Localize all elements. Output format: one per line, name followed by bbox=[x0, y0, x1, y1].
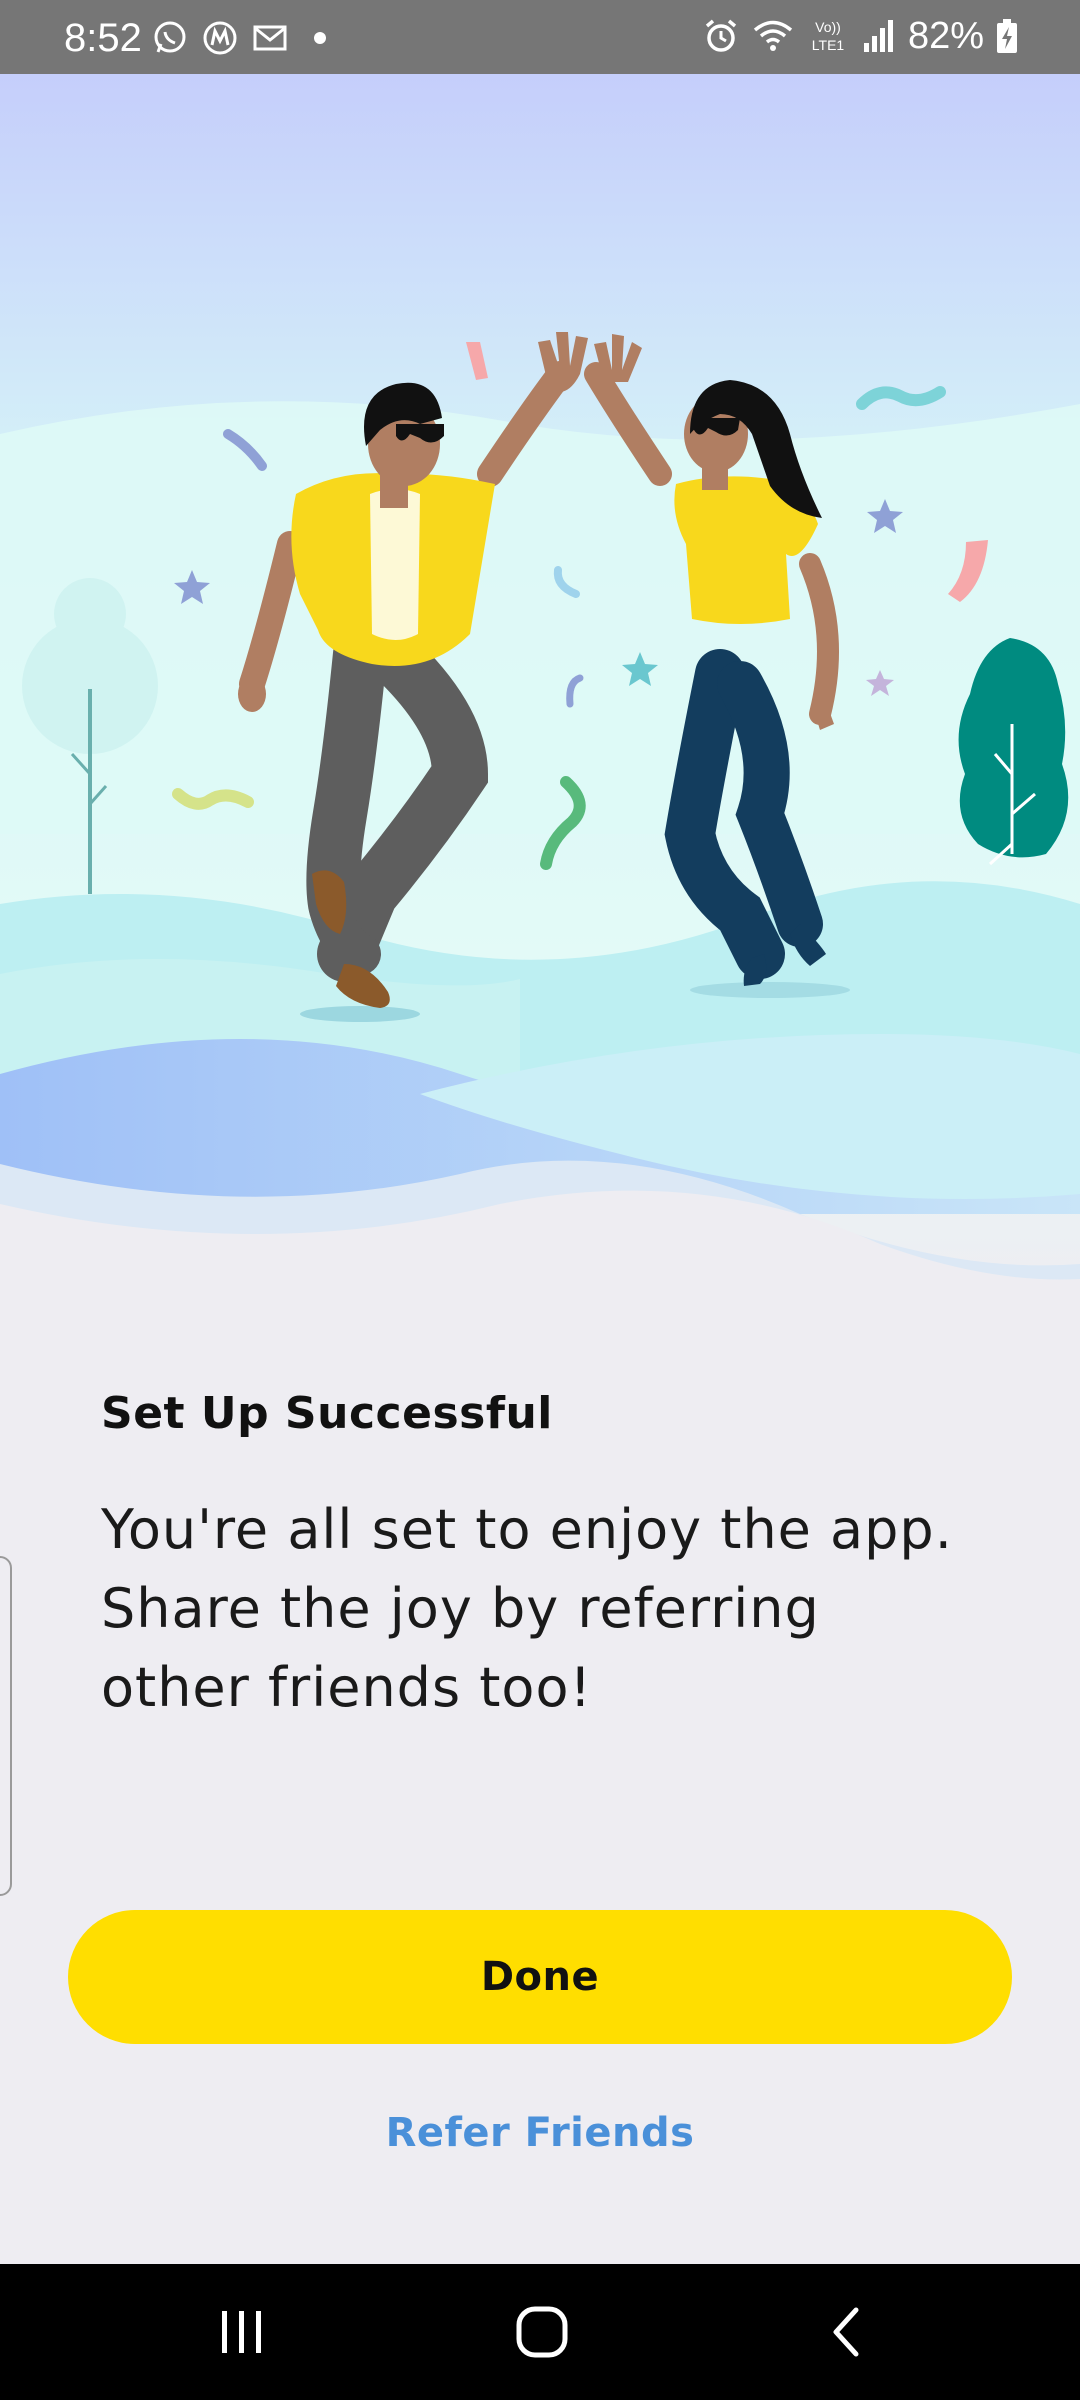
page-title: Set Up Successful bbox=[101, 1388, 553, 1439]
mail-icon bbox=[253, 25, 287, 51]
recent-apps-button[interactable] bbox=[142, 2264, 342, 2400]
battery-percentage: 82% bbox=[907, 15, 984, 57]
svg-text:LTE1: LTE1 bbox=[812, 37, 845, 53]
volte-icon: Vo)) LTE1 bbox=[812, 19, 845, 53]
status-time: 8:52 bbox=[64, 16, 142, 60]
done-button[interactable]: Done bbox=[68, 1910, 1012, 2044]
status-bar: 8:52 Vo)) LTE1 82% bbox=[0, 0, 1080, 74]
success-message: You're all set to enjoy the app. Share t… bbox=[101, 1490, 1001, 1727]
navigation-bar bbox=[0, 2264, 1080, 2400]
edge-panel-handle[interactable] bbox=[0, 1556, 12, 1896]
recent-apps-icon bbox=[222, 2311, 261, 2353]
message-line: other friends too! bbox=[101, 1656, 593, 1719]
signal-icon bbox=[863, 20, 893, 52]
svg-text:Vo)): Vo)) bbox=[815, 19, 841, 35]
system-status-icons: Vo)) LTE1 82% bbox=[702, 14, 1018, 58]
back-button[interactable] bbox=[746, 2264, 946, 2400]
message-line: Share the joy by referring bbox=[101, 1577, 820, 1640]
battery-charging-icon bbox=[997, 19, 1017, 53]
home-button[interactable] bbox=[442, 2264, 642, 2400]
dot-icon bbox=[314, 32, 326, 44]
notification-icons bbox=[152, 20, 332, 56]
alarm-icon bbox=[705, 19, 737, 52]
refer-friends-link[interactable]: Refer Friends bbox=[0, 2110, 1080, 2156]
wifi-icon bbox=[753, 20, 793, 51]
home-icon bbox=[516, 2306, 568, 2358]
high-five-celebration-illustration bbox=[0, 74, 1080, 1294]
message-line: You're all set to enjoy the app. bbox=[101, 1498, 953, 1561]
back-icon bbox=[833, 2307, 859, 2357]
motorola-icon bbox=[203, 21, 237, 55]
whatsapp-icon bbox=[154, 21, 186, 53]
done-button-label: Done bbox=[480, 1954, 600, 2000]
